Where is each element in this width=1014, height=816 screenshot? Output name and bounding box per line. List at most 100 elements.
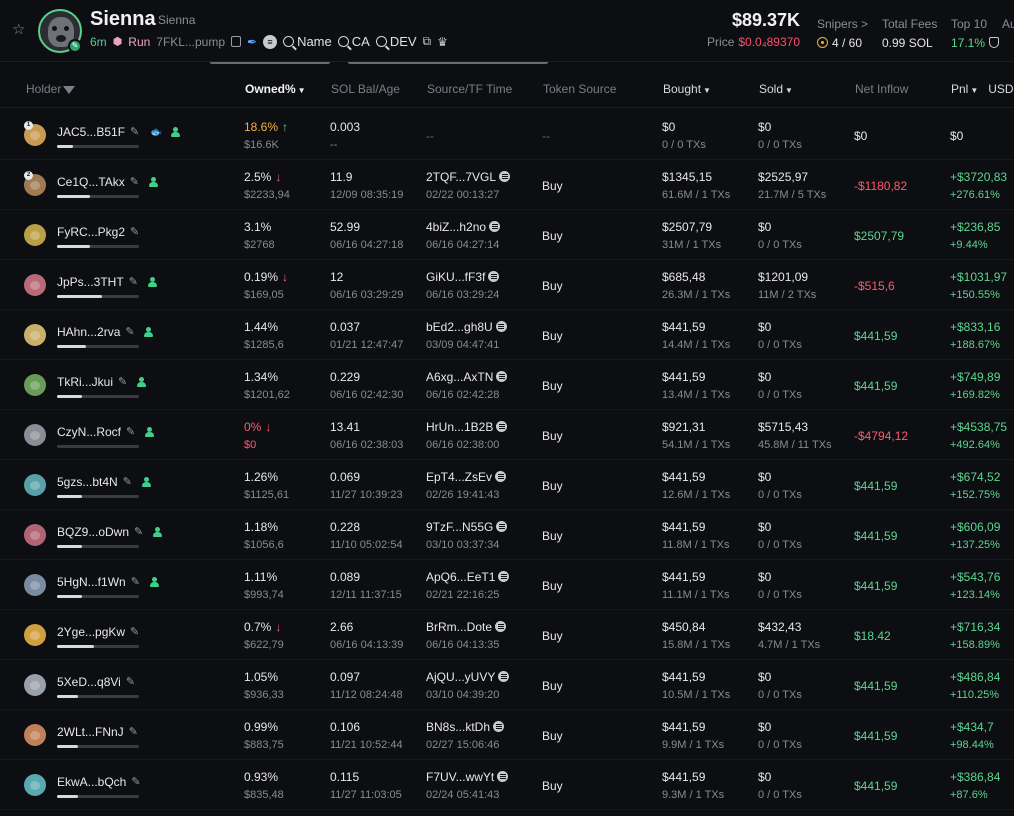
external-link-icon[interactable]: ⧉ [423,34,432,49]
col-sol-bal[interactable]: SOL Bal/Age [331,82,400,96]
col-net-inflow[interactable]: Net Inflow [855,82,908,96]
holder-cell[interactable]: EkwA...bQch ✎ [57,775,141,789]
source-wallet-address[interactable]: GiKU...fF3f [426,270,485,284]
holder-address[interactable]: CzyN...Rocf [57,425,121,439]
source-wallet[interactable]: 4biZ...h2no [426,220,501,234]
search-name-link[interactable]: Name [283,34,332,49]
snipers-stat[interactable]: Snipers > 4 / 60 [817,17,868,50]
holder-cell[interactable]: 2WLt...FNnJ ✎ [57,725,139,739]
holder-cell[interactable]: JAC5...B51F ✎ 🐟 [57,125,181,139]
holder-address[interactable]: EkwA...bQch [57,775,126,789]
holder-avatar[interactable] [24,224,46,246]
holder-cell[interactable]: FyRC...Pkg2 ✎ [57,225,140,239]
table-row[interactable]: 5gzs...bt4N ✎ 1.26% $1125,61 0.069 11/27 10:3… [0,460,1014,510]
table-row[interactable]: TkRi...Jkui ✎ 1.34% $1201,62 0.229 06/16 02:4… [0,360,1014,410]
table-row[interactable]: JpPs...3THT ✎ 0.19% ↓ $169,05 12 06/16 03:29:2… [0,260,1014,310]
edit-icon[interactable]: ✎ [131,577,141,588]
holder-avatar[interactable] [24,674,46,696]
source-wallet-address[interactable]: BN8s...ktDh [426,720,490,734]
holder-avatar[interactable] [24,274,46,296]
edit-icon[interactable]: ✎ [134,527,144,538]
filter-icon[interactable] [63,86,76,94]
source-wallet-address[interactable]: HrUn...1B2B [426,420,493,434]
holder-address[interactable]: 5gzs...bt4N [57,475,118,489]
holder-avatar[interactable] [24,774,46,796]
source-wallet-address[interactable]: F7UV...wwYt [426,770,494,784]
holder-address[interactable]: Ce1Q...TAkx [57,175,125,189]
holder-address[interactable]: 5HgN...f1Wn [57,575,126,589]
holder-avatar[interactable] [24,624,46,646]
source-wallet[interactable]: HrUn...1B2B [426,420,508,434]
holder-address[interactable]: 5XeD...q8Vi [57,675,121,689]
holder-address[interactable]: 2Yge...pgKw [57,625,125,639]
star-icon[interactable]: ☆ [12,22,28,38]
source-wallet[interactable]: 9TzF...N55G [426,520,508,534]
table-row[interactable]: 2 Ce1Q...TAkx ✎ 2.5% ↓ $2233,94 11.9 12/09 08:3… [0,160,1014,210]
source-wallet-address[interactable]: AjQU...yUVY [426,670,495,684]
table-row[interactable]: 1 JAC5...B51F ✎ 🐟 18.6% ↑ $16.6K 0.003 -- -- -- $0 0… [0,110,1014,160]
table-row[interactable]: 5HgN...f1Wn ✎ 1.11% $993,74 0.089 12/11 11:37… [0,560,1014,610]
copy-icon[interactable] [231,36,241,47]
holder-cell[interactable]: 5HgN...f1Wn ✎ [57,575,159,589]
col-owned[interactable]: Owned% ▼ [245,82,306,96]
holder-avatar[interactable] [24,524,46,546]
source-wallet[interactable]: GiKU...fF3f [426,270,500,284]
table-row[interactable]: CzyN...Rocf ✎ 0% ↓ $0 13.41 06/16 02:38:03 HrUn… [0,410,1014,460]
table-row[interactable]: 2Yge...pgKw ✎ 0.7% ↓ $622,79 2.66 06/16 04:13:… [0,610,1014,660]
source-wallet-address[interactable]: 2TQF...7VGL [426,170,496,184]
holder-avatar[interactable] [24,724,46,746]
holder-avatar[interactable] [24,374,46,396]
holder-avatar[interactable] [24,574,46,596]
source-wallet[interactable]: AjQU...yUVY [426,670,510,684]
source-wallet[interactable]: ApQ6...EeT1 [426,570,510,584]
table-row[interactable]: 2WLt...FNnJ ✎ 0.99% $883,75 0.106 11/21 10:52… [0,710,1014,760]
edit-icon[interactable]: ✎ [130,627,140,638]
feather-icon[interactable]: ✒ [247,35,257,49]
holder-avatar[interactable] [24,424,46,446]
edit-icon[interactable]: ✎ [130,127,140,138]
holder-cell[interactable]: 2Yge...pgKw ✎ [57,625,140,639]
col-usd-toggle[interactable]: USD [988,82,1013,96]
holder-cell[interactable]: 5XeD...q8Vi ✎ [57,675,136,689]
edit-icon[interactable]: ✎ [118,377,128,388]
source-wallet[interactable]: BrRm...Dote [426,620,507,634]
edit-icon[interactable]: ✎ [123,477,133,488]
col-token-source[interactable]: Token Source [543,82,616,96]
edit-icon[interactable]: ✎ [130,177,140,188]
edit-icon[interactable]: ✎ [126,427,136,438]
col-sold[interactable]: Sold ▼ [759,82,793,96]
holder-avatar[interactable] [24,474,46,496]
crown-icon[interactable]: ♛ [437,35,448,49]
source-wallet-address[interactable]: EpT4...ZsEv [426,470,492,484]
edit-icon[interactable]: ✎ [129,727,139,738]
source-wallet[interactable]: bEd2...gh8U [426,320,507,334]
source-wallet-address[interactable]: 9TzF...N55G [426,520,493,534]
source-wallet-address[interactable]: 4biZ...h2no [426,220,486,234]
holder-address[interactable]: JpPs...3THT [57,275,124,289]
table-row[interactable]: EkwA...bQch ✎ 0.93% $835,48 0.115 11/27 11:03… [0,760,1014,810]
holder-address[interactable]: JAC5...B51F [57,125,125,139]
edit-icon[interactable]: ✎ [130,227,140,238]
search-ca-link[interactable]: CA [337,34,370,49]
holder-cell[interactable]: BQZ9...oDwn ✎ [57,525,163,539]
holder-cell[interactable]: Ce1Q...TAkx ✎ [57,175,158,189]
token-address[interactable]: 7FKL...pump [156,35,225,49]
holder-address[interactable]: BQZ9...oDwn [57,525,129,539]
holder-address[interactable]: 2WLt...FNnJ [57,725,124,739]
edit-icon[interactable]: ✎ [129,277,139,288]
holder-address[interactable]: HAhn...2rva [57,325,120,339]
holder-address[interactable]: FyRC...Pkg2 [57,225,125,239]
holder-avatar[interactable] [24,324,46,346]
source-wallet[interactable]: 2TQF...7VGL [426,170,511,184]
table-row[interactable]: BQZ9...oDwn ✎ 1.18% $1056,6 0.228 11/10 05:02… [0,510,1014,560]
col-pnl[interactable]: Pnl ▼ USD [951,82,1014,96]
edit-icon[interactable]: ✎ [125,327,135,338]
holder-address[interactable]: TkRi...Jkui [57,375,113,389]
col-source-time[interactable]: Source/TF Time [427,82,512,96]
table-row[interactable]: 5XeD...q8Vi ✎ 1.05% $936,33 0.097 11/12 08:24… [0,660,1014,710]
source-wallet-address[interactable]: ApQ6...EeT1 [426,570,495,584]
source-wallet[interactable]: A6xg...AxTN [426,370,508,384]
holder-cell[interactable]: HAhn...2rva ✎ [57,325,154,339]
table-row[interactable]: HAhn...2rva ✎ 1.44% $1285,6 0.037 01/21 12:47… [0,310,1014,360]
holder-cell[interactable]: JpPs...3THT ✎ [57,275,157,289]
